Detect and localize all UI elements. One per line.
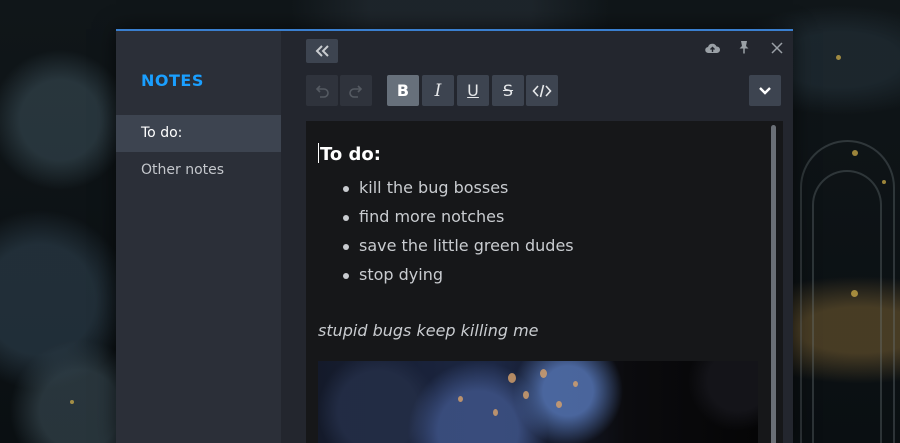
close-button[interactable]: [769, 40, 785, 56]
editor-scrollbar[interactable]: [771, 125, 776, 443]
image-light-spot: [573, 381, 578, 387]
upload-icon: [704, 39, 720, 58]
list-item: kill the bug bosses: [341, 177, 574, 206]
notes-sidebar: NOTES To do: Other notes: [116, 31, 281, 443]
embedded-screenshot-image: [318, 361, 758, 443]
firefly: [852, 150, 858, 156]
firefly: [882, 180, 886, 184]
underline-button[interactable]: U: [457, 75, 489, 106]
note-heading-text: To do:: [320, 144, 381, 165]
image-light-spot: [493, 409, 498, 416]
list-item: find more notches: [341, 206, 574, 235]
sidebar-item-to-do[interactable]: To do:: [116, 115, 281, 152]
strikethrough-icon: S: [502, 81, 514, 100]
chevron-down-icon: [758, 86, 772, 96]
text-caret: [318, 143, 319, 163]
redo-button[interactable]: [340, 75, 372, 106]
image-light-spot: [540, 369, 547, 378]
italic-note-line: stupid bugs keep killing me: [318, 321, 539, 340]
close-icon: [771, 39, 783, 58]
italic-button[interactable]: I: [422, 75, 454, 106]
upload-button[interactable]: [704, 40, 720, 56]
note-heading: To do:: [318, 143, 381, 165]
sidebar-item-label: To do:: [141, 125, 183, 141]
firefly: [836, 55, 841, 60]
list-item: save the little green dudes: [341, 235, 574, 264]
italic-icon: I: [434, 80, 442, 101]
strikethrough-button[interactable]: S: [492, 75, 524, 106]
list-item: stop dying: [341, 264, 574, 293]
note-text-area[interactable]: To do: kill the bug bosses find more not…: [306, 121, 783, 443]
image-light-spot: [523, 391, 529, 399]
todo-list: kill the bug bosses find more notches sa…: [341, 177, 574, 293]
collapse-sidebar-button[interactable]: [306, 39, 338, 63]
image-light-spot: [458, 396, 463, 402]
sidebar-item-label: Other notes: [141, 162, 225, 178]
firefly: [851, 290, 858, 297]
notes-window: NOTES To do: Other notes B I U S To do: …: [116, 29, 793, 443]
image-light-spot: [556, 401, 562, 408]
underline-icon: U: [467, 81, 479, 100]
bold-button[interactable]: B: [387, 75, 419, 106]
redo-icon: [348, 84, 364, 98]
background-arch: [812, 170, 882, 443]
undo-button[interactable]: [306, 75, 338, 106]
sidebar-title: NOTES: [141, 71, 204, 90]
more-options-button[interactable]: [749, 75, 781, 106]
note-editor-panel: B I U S To do: kill the bug bosses find: [281, 31, 793, 443]
pin-icon: [738, 39, 750, 58]
undo-icon: [314, 84, 330, 98]
pin-button[interactable]: [736, 40, 752, 56]
code-icon: [532, 84, 552, 98]
firefly: [70, 400, 74, 404]
code-button[interactable]: [526, 75, 558, 106]
double-chevron-left-icon: [314, 45, 330, 57]
sidebar-item-other-notes[interactable]: Other notes: [116, 152, 281, 189]
image-light-spot: [508, 373, 516, 383]
bold-icon: B: [396, 81, 410, 100]
